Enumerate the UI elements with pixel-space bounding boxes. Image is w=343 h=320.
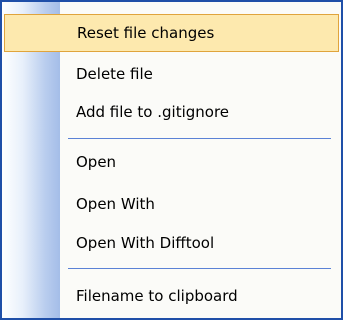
menu-separator <box>68 138 331 139</box>
menu-item-open[interactable]: Open <box>4 143 339 181</box>
menu-item-label: Reset file changes <box>77 24 215 42</box>
menu-item-open-with[interactable]: Open With <box>4 185 339 223</box>
menu-item-label: Open With <box>76 195 155 213</box>
menu-separator <box>68 268 331 269</box>
menu-item-label: Add file to .gitignore <box>76 103 230 121</box>
menu-item-open-with-difftool[interactable]: Open With Difftool <box>4 224 339 262</box>
menu-item-label: Open With Difftool <box>76 234 215 252</box>
menu-item-reset-file-changes[interactable]: Reset file changes <box>4 14 339 52</box>
menu-item-label: Delete file <box>76 65 153 83</box>
menu-item-label: Open <box>76 153 117 171</box>
menu-item-add-to-gitignore[interactable]: Add file to .gitignore <box>4 93 339 131</box>
menu-item-label: Filename to clipboard <box>76 287 238 305</box>
context-menu: Reset file changes Delete file Add file … <box>0 0 343 320</box>
menu-item-filename-to-clipboard[interactable]: Filename to clipboard <box>4 277 339 315</box>
menu-item-delete-file[interactable]: Delete file <box>4 55 339 93</box>
